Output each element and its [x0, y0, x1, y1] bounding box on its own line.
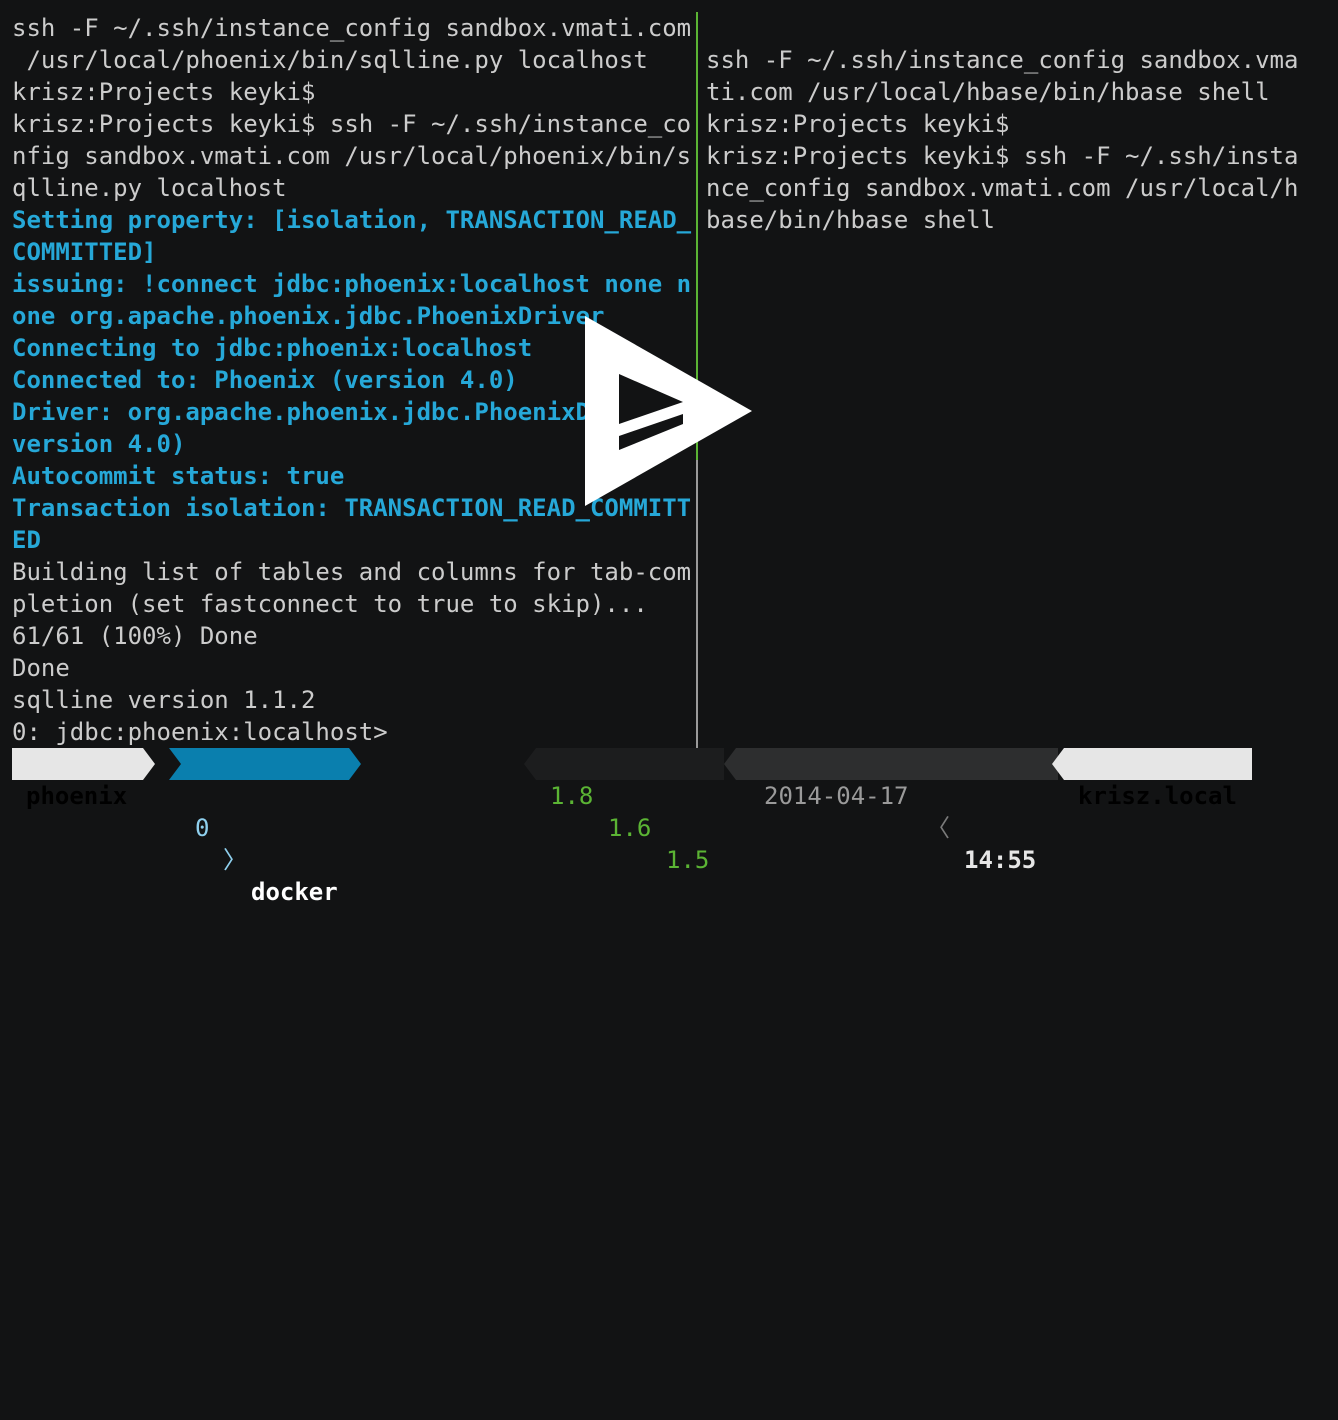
separator-right-icon	[143, 748, 155, 780]
terminal-line: ED	[12, 526, 41, 554]
terminal-window[interactable]: ssh -F ~/.ssh/instance_config sandbox.vm…	[0, 0, 1338, 906]
terminal-line: krisz:Projects keyki$	[12, 78, 316, 106]
terminal-line: 61/61 (100%) Done	[12, 622, 258, 650]
terminal-line: sqlline version 1.1.2	[12, 686, 316, 714]
terminal-line: ti.com /usr/local/hbase/bin/hbase shell	[706, 78, 1270, 106]
datetime-segment: 2014-04-17 〈 14:55	[736, 748, 1058, 874]
terminal-line: krisz:Projects keyki$	[706, 110, 1010, 138]
window-tab-docker[interactable]: 0 〉 docker	[169, 748, 349, 906]
terminal-line: ssh -F ~/.ssh/instance_config sandbox.vm…	[706, 46, 1299, 74]
separator-right-icon	[349, 748, 361, 780]
terminal-line: pletion (set fastconnect to true to skip…	[12, 590, 648, 618]
separator-right-icon	[169, 748, 181, 780]
terminal-line: krisz:Projects keyki$ ssh -F ~/.ssh/inst…	[12, 110, 692, 138]
hostname-segment: krisz.local	[1064, 748, 1252, 810]
terminal-line: Building list of tables and columns for …	[12, 558, 692, 586]
terminal-line: Done	[12, 654, 70, 682]
chevron-left-icon: 〈	[926, 814, 950, 842]
window-name: docker	[251, 878, 338, 906]
terminal-line: nfig sandbox.vmati.com /usr/local/phoeni…	[12, 142, 692, 170]
play-button[interactable]	[585, 316, 755, 506]
load-average: 1.8 1.6 1.5	[536, 748, 724, 874]
time: 14:55	[964, 846, 1037, 874]
separator-left-icon	[524, 748, 536, 780]
chevron-right-icon: 〉	[223, 846, 247, 874]
terminal-line: Setting property: [isolation, TRANSACTIO…	[12, 206, 692, 234]
terminal-line: 0: jdbc:phoenix:localhost>	[12, 718, 388, 746]
session-segment[interactable]: phoenix	[12, 748, 143, 810]
terminal-line: nce_config sandbox.vmati.com /usr/local/…	[706, 174, 1299, 202]
terminal-line: base/bin/hbase shell	[706, 206, 995, 234]
terminal-line: ssh -F ~/.ssh/instance_config sandbox.vm…	[12, 14, 692, 42]
play-icon	[585, 316, 752, 506]
load-5: 1.6	[608, 814, 652, 842]
hostname: krisz.local	[1078, 782, 1237, 810]
terminal-line: /usr/local/phoenix/bin/sqlline.py localh…	[12, 46, 648, 74]
session-name: phoenix	[26, 782, 128, 810]
separator-left-icon	[724, 748, 736, 780]
load-1: 1.8	[550, 782, 594, 810]
load-15: 1.5	[666, 846, 710, 874]
separator-left-icon	[1052, 748, 1064, 780]
tmux-status-bar: phoenix 0 〉 docker 1.8 1.6 1.5 2014-04-1…	[12, 748, 1252, 906]
window-index: 0	[195, 814, 210, 842]
terminal-line: krisz:Projects keyki$ ssh -F ~/.ssh/inst…	[706, 142, 1299, 170]
terminal-line: issuing: !connect jdbc:phoenix:localhost…	[12, 270, 692, 298]
date: 2014-04-17	[764, 782, 909, 810]
terminal-line: COMMITTED]	[12, 238, 157, 266]
terminal-line: qlline.py localhost	[12, 174, 287, 202]
right-pane[interactable]: ssh -F ~/.ssh/instance_config sandbox.vm…	[706, 12, 1326, 236]
